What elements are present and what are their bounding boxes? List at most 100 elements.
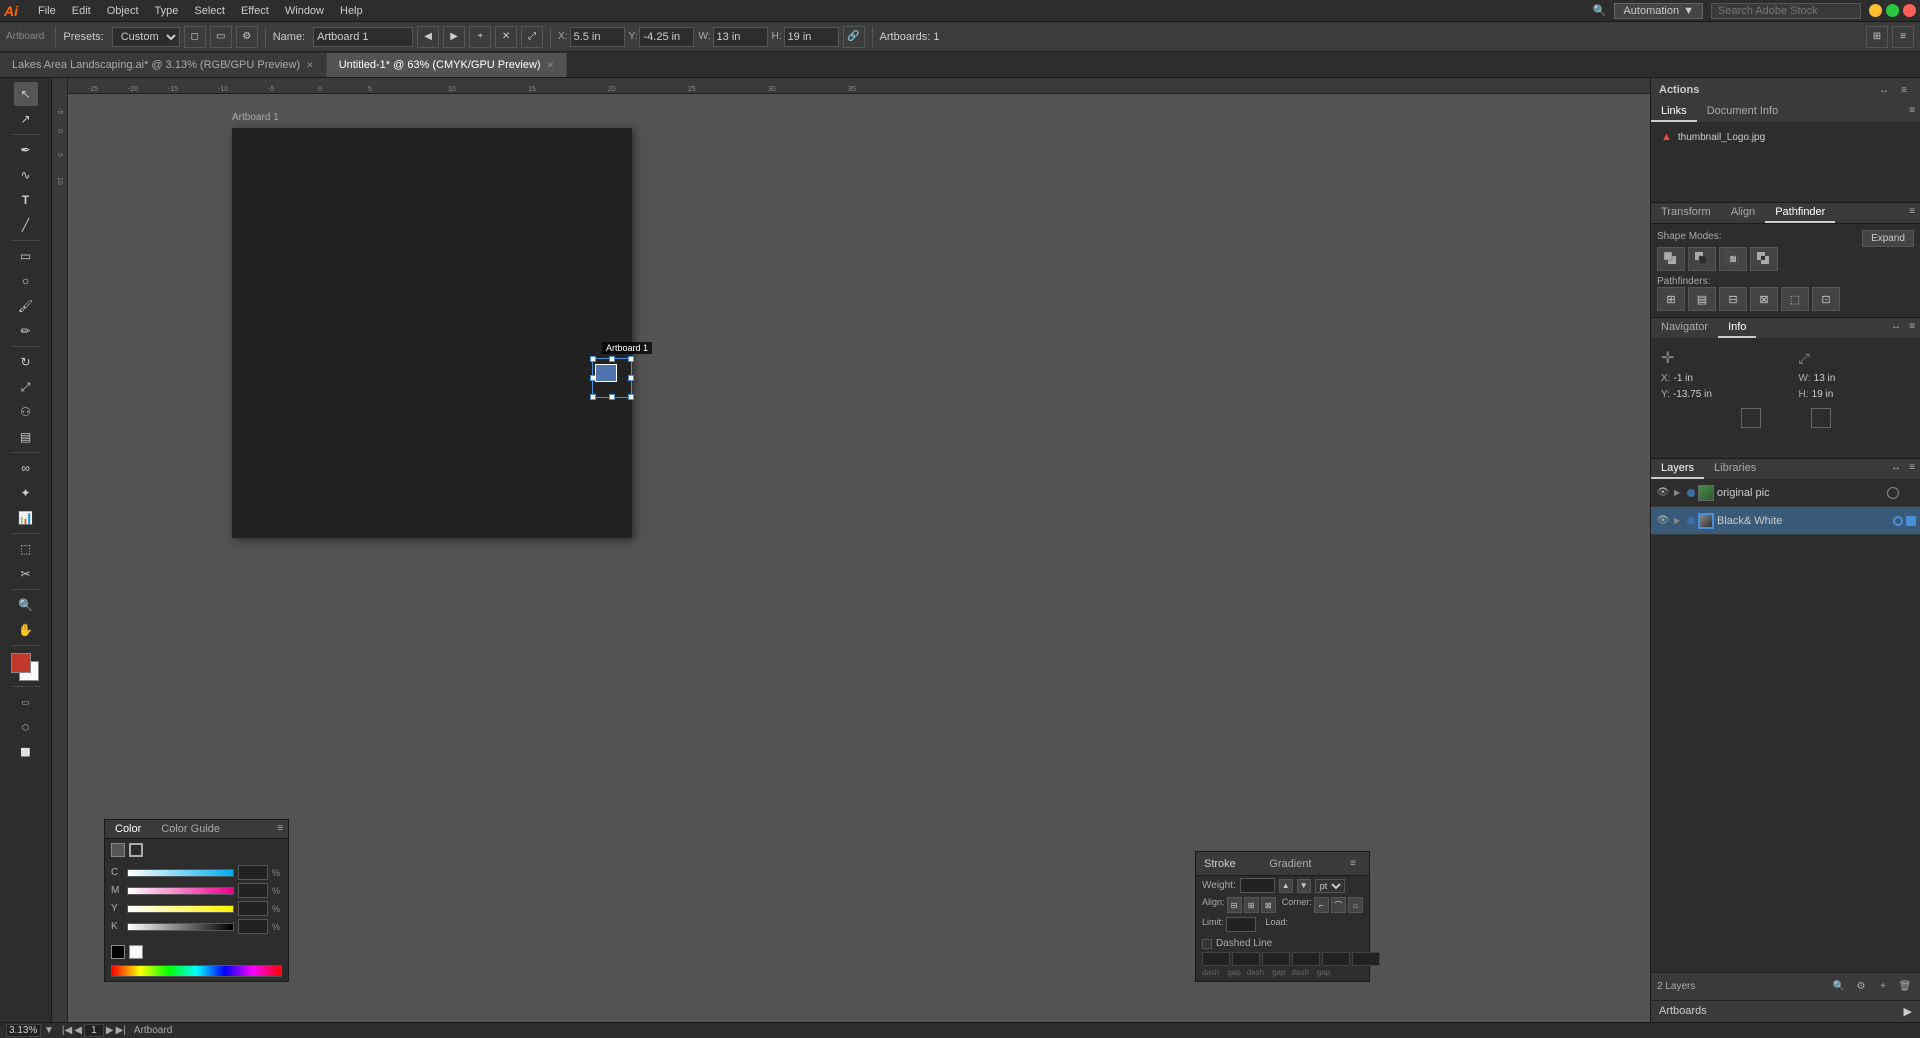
corner-round-btn[interactable]: ⌒	[1331, 897, 1346, 913]
m-value[interactable]	[238, 883, 268, 898]
align-tab[interactable]: Align	[1721, 203, 1765, 223]
align-outside-btn[interactable]: ⊠	[1261, 897, 1276, 913]
corner-miter-btn[interactable]: ⌐	[1314, 897, 1329, 913]
gap-2[interactable]	[1292, 952, 1320, 966]
maximize-button[interactable]	[1886, 4, 1899, 17]
layer-expand-2[interactable]: ▶	[1674, 516, 1684, 525]
portrait-btn[interactable]: ◻	[184, 26, 206, 48]
stock-search-input[interactable]	[1711, 3, 1861, 19]
puppet-warp-tool[interactable]: ⚇	[14, 400, 38, 424]
delete-artboard-btn[interactable]: ✕	[495, 26, 517, 48]
stroke-panel-menu[interactable]: ≡	[1345, 856, 1361, 872]
artboard-options-btn[interactable]: ⚙	[236, 26, 258, 48]
grid-btn[interactable]: ⊞	[1866, 26, 1888, 48]
handle-bot-left[interactable]	[590, 394, 596, 400]
k-value[interactable]	[238, 919, 268, 934]
selected-object[interactable]: Artboard 1	[592, 358, 632, 398]
menu-edit[interactable]: Edit	[64, 3, 99, 19]
landscape-btn[interactable]: ▭	[210, 26, 232, 48]
miter-limit[interactable]	[1226, 917, 1256, 932]
layer-vis-2[interactable]: 👁	[1655, 513, 1671, 529]
paintbrush-tool[interactable]: 🖌	[14, 294, 38, 318]
nav-left-btn[interactable]: ◀	[417, 26, 439, 48]
selection-tool[interactable]: ↖	[14, 82, 38, 106]
dash-2[interactable]	[1262, 952, 1290, 966]
stroke-icon[interactable]	[129, 843, 143, 857]
align-inside-btn[interactable]: ⊞	[1244, 897, 1259, 913]
black-swatch[interactable]	[111, 945, 125, 959]
gradient-tool[interactable]: ▤	[14, 425, 38, 449]
layer-original-pic[interactable]: 👁 ▶ original pic	[1651, 479, 1920, 507]
crop-btn[interactable]: ⊠	[1750, 287, 1778, 311]
y-value[interactable]	[238, 901, 268, 916]
white-swatch[interactable]	[129, 945, 143, 959]
menu-help[interactable]: Help	[332, 3, 371, 19]
doc-info-tab[interactable]: Document Info	[1697, 102, 1789, 122]
page-number-input[interactable]	[84, 1024, 104, 1037]
layer-target-1[interactable]	[1887, 487, 1899, 499]
symbol-tool[interactable]: ✦	[14, 481, 38, 505]
artboard-tool[interactable]: ⬚	[14, 537, 38, 561]
exclude-btn[interactable]	[1750, 247, 1778, 271]
draw-inside-btn[interactable]: ⬡	[14, 715, 38, 739]
nav-right-btn[interactable]: ▶	[443, 26, 465, 48]
type-tool[interactable]: T	[14, 188, 38, 212]
minus-back-btn[interactable]: ⊡	[1812, 287, 1840, 311]
menu-select[interactable]: Select	[186, 3, 233, 19]
libraries-tab[interactable]: Libraries	[1704, 459, 1766, 479]
add-artboard-btn[interactable]: +	[469, 26, 491, 48]
w-input[interactable]	[713, 27, 768, 47]
layer-black-white[interactable]: 👁 ▶ Black& White	[1651, 507, 1920, 535]
layer-target-2[interactable]	[1893, 516, 1903, 526]
close-button[interactable]	[1903, 4, 1916, 17]
actions-expand-btn[interactable]: ↔	[1876, 82, 1892, 98]
menu-effect[interactable]: Effect	[233, 3, 277, 19]
transform-handles[interactable]	[592, 358, 632, 398]
y-slider[interactable]	[127, 905, 234, 913]
delete-layer-btn[interactable]: 🗑	[1896, 978, 1914, 996]
trim-btn[interactable]: ▤	[1688, 287, 1716, 311]
gap-3[interactable]	[1352, 952, 1380, 966]
pathfinder-tab[interactable]: Pathfinder	[1765, 203, 1835, 223]
y-input[interactable]	[639, 27, 694, 47]
weight-input[interactable]	[1240, 878, 1275, 893]
foreground-color-box[interactable]	[11, 653, 31, 673]
direct-selection-tool[interactable]: ↗	[14, 107, 38, 131]
k-slider[interactable]	[127, 923, 234, 931]
tab-untitled[interactable]: Untitled-1* @ 63% (CMYK/GPU Preview) ✕	[327, 53, 567, 77]
artboard-move-btn[interactable]: ⤢	[521, 26, 543, 48]
arrange-btn[interactable]: ≡	[1892, 26, 1914, 48]
dash-3[interactable]	[1322, 952, 1350, 966]
color-tab[interactable]: Color	[105, 820, 151, 838]
slice-tool[interactable]: ✂	[14, 562, 38, 586]
unite-btn[interactable]	[1657, 247, 1685, 271]
blend-tool[interactable]: ∞	[14, 456, 38, 480]
gradient-tab[interactable]: Gradient	[1269, 858, 1311, 870]
handle-top-mid[interactable]	[609, 356, 615, 362]
menu-type[interactable]: Type	[147, 3, 187, 19]
handle-top-left[interactable]	[590, 356, 596, 362]
menu-window[interactable]: Window	[277, 3, 332, 19]
menu-file[interactable]: File	[30, 3, 64, 19]
h-input[interactable]	[784, 27, 839, 47]
color-boxes[interactable]	[11, 653, 41, 683]
new-layer-btn[interactable]: +	[1874, 978, 1892, 996]
minus-front-btn[interactable]	[1688, 247, 1716, 271]
presets-select[interactable]: Custom	[112, 27, 180, 47]
navigator-tab[interactable]: Navigator	[1651, 318, 1718, 338]
weight-up[interactable]: ▲	[1279, 879, 1293, 893]
links-panel-menu[interactable]: ≡	[1904, 102, 1920, 118]
constrain-btn[interactable]: 🔗	[843, 26, 865, 48]
change-screen-btn[interactable]: ⬜	[14, 740, 38, 764]
pen-tool[interactable]: ✒	[14, 138, 38, 162]
links-tab[interactable]: Links	[1651, 102, 1697, 122]
curvature-tool[interactable]: ∿	[14, 163, 38, 187]
zoom-dropdown-btn[interactable]: ▼	[44, 1025, 54, 1036]
weight-down[interactable]: ▼	[1297, 879, 1311, 893]
m-slider[interactable]	[127, 887, 234, 895]
line-tool[interactable]: ╱	[14, 213, 38, 237]
artboard-name-input[interactable]	[313, 27, 413, 47]
last-page-btn[interactable]: ▶|	[116, 1024, 126, 1037]
actions-panel-header[interactable]: Actions ↔ ≡	[1651, 78, 1920, 102]
c-value[interactable]	[238, 865, 268, 880]
